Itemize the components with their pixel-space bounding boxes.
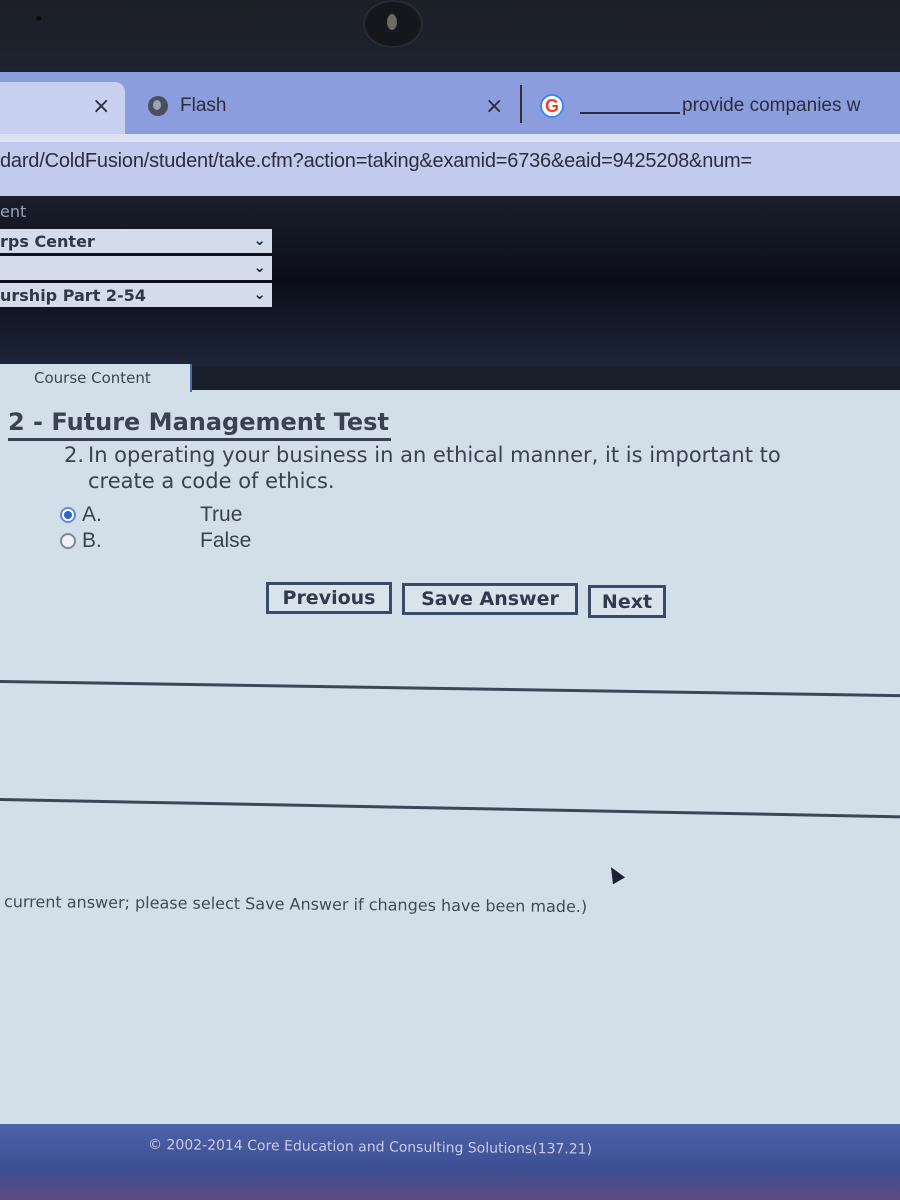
option-a[interactable]: A. True [60, 502, 251, 528]
tab-flash-close[interactable]: × [485, 90, 503, 122]
tab-flash[interactable]: Flash [148, 90, 226, 122]
tab-label: Course Content [34, 369, 151, 387]
select-value: rps Center [0, 231, 95, 251]
chevron-down-icon: ⌄ [253, 231, 266, 249]
bezel-dot [36, 16, 41, 21]
footer [0, 1124, 900, 1200]
header-label: ent [0, 202, 27, 221]
google-icon: G [540, 94, 564, 118]
globe-icon [148, 96, 168, 116]
question-number: 2. [64, 443, 85, 467]
tab-label: provide companies w [682, 95, 861, 116]
tab-google-search[interactable]: G provide companies w [540, 90, 860, 122]
url-text[interactable]: dard/ColdFusion/student/take.cfm?action=… [0, 150, 752, 173]
option-letter: B. [82, 529, 102, 552]
tab-active-close[interactable]: × [92, 90, 110, 122]
close-icon[interactable]: × [485, 94, 503, 119]
option-text: False [200, 529, 252, 552]
answer-options: A. True B. False [60, 502, 251, 554]
next-button[interactable]: Next [588, 585, 666, 618]
course-select[interactable]: urship Part 2-54 ⌄ [0, 283, 272, 307]
previous-button[interactable]: Previous [266, 582, 392, 614]
select-value: urship Part 2-54 [0, 285, 146, 305]
close-icon[interactable]: × [92, 94, 110, 119]
option-letter: A. [82, 503, 102, 526]
program-select[interactable]: rps Center ⌄ [0, 229, 272, 253]
test-title: 2 - Future Management Test [8, 406, 391, 441]
secondary-select[interactable]: ⌄ [0, 256, 272, 280]
chevron-down-icon: ⌄ [253, 258, 266, 276]
tab-label: Flash [180, 95, 227, 116]
question: 2. In operating your business in an ethic… [64, 442, 844, 494]
option-b[interactable]: B. False [60, 528, 251, 554]
content-area [0, 390, 900, 1125]
site-header [0, 196, 900, 366]
question-text-line1: In operating your business in an ethical… [88, 443, 781, 467]
radio-option-a[interactable] [60, 507, 76, 523]
blank-underline [580, 98, 680, 114]
monitor-bezel [0, 0, 900, 70]
save-answer-button[interactable]: Save Answer [402, 583, 578, 615]
question-text-line2: create a code of ethics. [88, 469, 335, 493]
webcam-icon [363, 0, 423, 48]
radio-option-b[interactable] [60, 533, 76, 549]
chevron-down-icon: ⌄ [253, 285, 266, 303]
tab-separator [520, 85, 522, 123]
tab-course-content[interactable]: Course Content [0, 364, 192, 392]
option-text: True [200, 503, 243, 526]
